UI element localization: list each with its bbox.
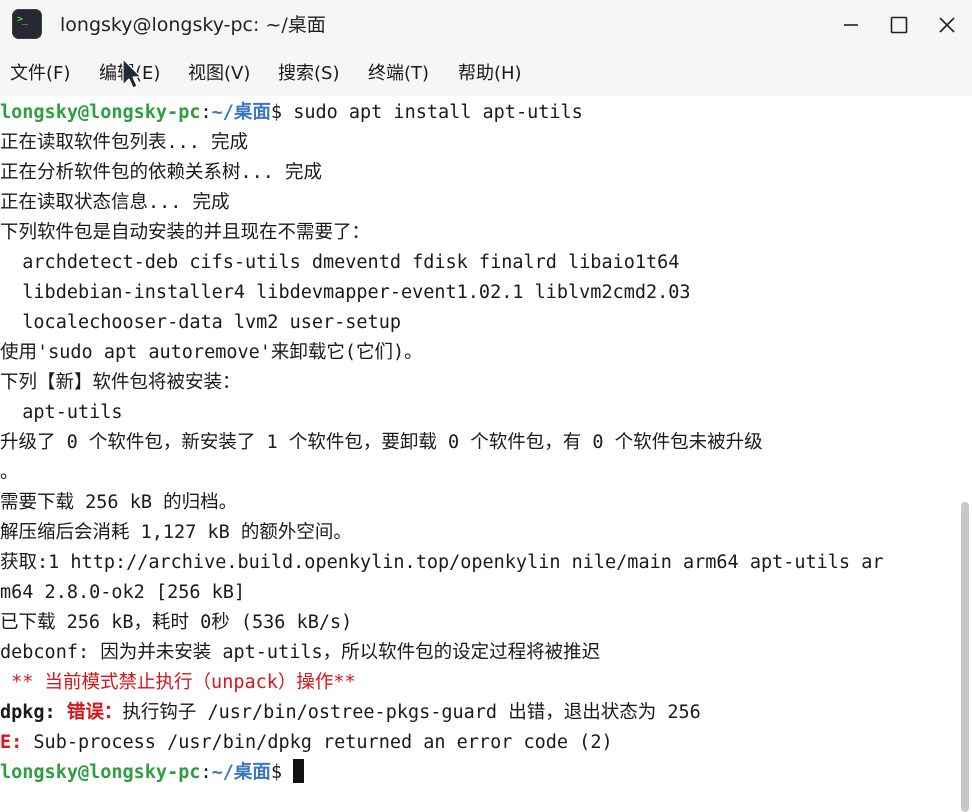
output-line: 使用'sudo apt autoremove'来卸载它(它们)。	[0, 342, 423, 363]
title-bar: >_ longsky@longsky-pc: ~/桌面	[0, 0, 972, 52]
output-line: archdetect-deb cifs-utils dmeventd fdisk…	[0, 252, 680, 273]
text-cursor	[293, 759, 305, 783]
close-icon[interactable]	[934, 12, 960, 38]
output-line: 获取:1 http://archive.build.openkylin.top/…	[0, 552, 884, 573]
output-line: debconf: 因为并未安装 apt-utils，所以软件包的设定过程将被推迟	[0, 642, 601, 663]
output-line: m64 2.8.0-ok2 [256 kB]	[0, 582, 246, 603]
prompt-path: ~/桌面	[211, 102, 271, 123]
error-label: 错误：	[66, 702, 123, 723]
prompt-sigil: $	[270, 762, 294, 783]
dpkg-error-message: 执行钩子 /usr/bin/ostree-pkgs-guard 出错，退出状态为…	[122, 702, 701, 723]
prompt-separator: :	[200, 102, 212, 123]
terminal-output[interactable]: longsky@longsky-pc:~/桌面$ sudo apt instal…	[0, 96, 958, 812]
apt-error-line: E: Sub-process /usr/bin/dpkg returned an…	[0, 728, 613, 758]
output-line: 正在读取软件包列表... 完成	[0, 132, 249, 153]
maximize-icon[interactable]	[886, 12, 912, 38]
apt-error-message: Sub-process /usr/bin/dpkg returned an er…	[22, 732, 613, 753]
e-prefix: E:	[0, 732, 23, 753]
prompt-user: longsky@longsky-pc	[0, 762, 201, 783]
prompt-line: longsky@longsky-pc:~/桌面$	[0, 758, 305, 788]
output-line: 正在读取状态信息... 完成	[0, 192, 230, 213]
output-line: 下列【新】软件包将被安装：	[0, 372, 241, 393]
terminal-window: >_ longsky@longsky-pc: ~/桌面 文件(F) 编辑(E) …	[0, 0, 972, 812]
menu-help[interactable]: 帮助(H)	[458, 62, 522, 86]
output-line: 下列软件包是自动安装的并且现在不需要了：	[0, 222, 371, 243]
output-line: 。	[0, 462, 19, 483]
menu-file[interactable]: 文件(F)	[10, 62, 70, 86]
output-line: localechooser-data lvm2 user-setup	[0, 312, 401, 333]
output-line: libdebian-installer4 libdevmapper-event1…	[0, 282, 691, 303]
prompt-line: longsky@longsky-pc:~/桌面$ sudo apt instal…	[0, 98, 583, 128]
mode-warning-line: ** 当前模式禁止执行（unpack）操作**	[0, 672, 356, 693]
prompt-sigil: $	[270, 102, 294, 123]
output-line: 正在分析软件包的依赖关系树... 完成	[0, 162, 323, 183]
terminal-icon: >_	[12, 9, 42, 39]
prompt-user: longsky@longsky-pc	[0, 102, 201, 123]
window-title: longsky@longsky-pc: ~/桌面	[60, 14, 326, 36]
minimize-icon[interactable]	[838, 12, 864, 38]
output-line: 已下载 256 kB，耗时 0秒 (536 kB/s)	[0, 612, 353, 633]
scrollbar-thumb[interactable]	[961, 502, 969, 812]
output-line: apt-utils	[0, 402, 123, 423]
output-line: 需要下载 256 kB 的归档。	[0, 492, 238, 513]
dpkg-prefix: dpkg:	[0, 702, 67, 723]
scrollbar[interactable]	[958, 96, 972, 812]
prompt-separator: :	[200, 762, 212, 783]
output-line: 升级了 0 个软件包，新安装了 1 个软件包，要卸载 0 个软件包，有 0 个软…	[0, 432, 763, 453]
menu-terminal[interactable]: 终端(T)	[368, 62, 429, 86]
menu-view[interactable]: 视图(V)	[188, 62, 250, 86]
prompt-path: ~/桌面	[211, 762, 271, 783]
mouse-pointer-icon	[120, 57, 146, 95]
output-line: 解压缩后会消耗 1,127 kB 的额外空间。	[0, 522, 352, 543]
menu-search[interactable]: 搜索(S)	[278, 62, 339, 86]
dpkg-error-line: dpkg: 错误：执行钩子 /usr/bin/ostree-pkgs-guard…	[0, 698, 701, 728]
command-text: sudo apt install apt-utils	[293, 102, 583, 123]
